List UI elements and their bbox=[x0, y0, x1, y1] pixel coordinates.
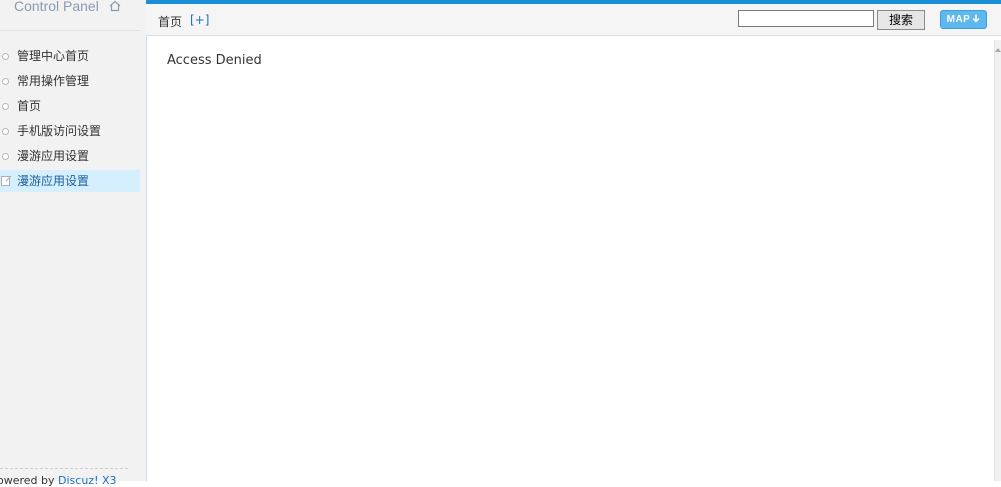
search-input[interactable] bbox=[738, 10, 874, 27]
arrow-down-icon bbox=[972, 14, 980, 23]
sidebar-item-label: 首页 bbox=[17, 99, 42, 113]
sidebar-divider[interactable] bbox=[140, 0, 147, 481]
brand-title: Control Panel bbox=[14, 0, 99, 14]
sidebar-item-label: 管理中心首页 bbox=[17, 49, 90, 63]
sidebar-item-label: 手机版访问设置 bbox=[17, 124, 102, 138]
bullet-icon bbox=[2, 128, 9, 135]
main-content: Access Denied bbox=[148, 40, 994, 481]
access-denied-message: Access Denied bbox=[167, 53, 262, 68]
vertical-scrollbar[interactable] bbox=[994, 40, 1001, 481]
header-bar: 首页 [+] 搜索 MAP bbox=[146, 4, 1001, 36]
edit-icon bbox=[1, 175, 12, 186]
sidebar-item-home[interactable]: 首页 bbox=[0, 95, 140, 117]
sidebar: Control Panel 管理中心首页 常用操作管理 首页 手机版访问设置 漫… bbox=[0, 0, 140, 487]
sidebar-item-roaming-settings[interactable]: 漫游应用设置 bbox=[0, 145, 140, 167]
sidebar-item-label: 漫游应用设置 bbox=[17, 149, 90, 163]
breadcrumb[interactable]: 首页 bbox=[158, 13, 182, 30]
bullet-icon bbox=[2, 53, 9, 60]
bullet-icon bbox=[2, 103, 9, 110]
scroll-up-icon[interactable] bbox=[995, 48, 1001, 52]
sidebar-item-mobile-settings[interactable]: 手机版访问设置 bbox=[0, 120, 140, 142]
map-button[interactable]: MAP bbox=[940, 10, 987, 29]
bullet-icon bbox=[2, 78, 9, 85]
add-shortcut-link[interactable]: [+] bbox=[190, 13, 209, 27]
sidebar-item-common-ops[interactable]: 常用操作管理 bbox=[0, 70, 140, 92]
sidebar-item-label: 常用操作管理 bbox=[17, 74, 90, 88]
bullet-icon bbox=[2, 153, 9, 160]
control-panel-brand[interactable]: Control Panel bbox=[0, 0, 140, 31]
sidebar-item-label: 漫游应用设置 bbox=[17, 174, 90, 188]
sidebar-item-admin-home[interactable]: 管理中心首页 bbox=[0, 45, 140, 67]
search-button[interactable]: 搜索 bbox=[877, 10, 925, 30]
map-button-label: MAP bbox=[946, 14, 971, 25]
sidebar-nav: 管理中心首页 常用操作管理 首页 手机版访问设置 漫游应用设置 漫游应用设置 bbox=[0, 45, 140, 195]
home-icon bbox=[109, 0, 121, 12]
footer-divider bbox=[0, 468, 128, 469]
sidebar-item-roaming-settings-active[interactable]: 漫游应用设置 bbox=[0, 170, 140, 192]
